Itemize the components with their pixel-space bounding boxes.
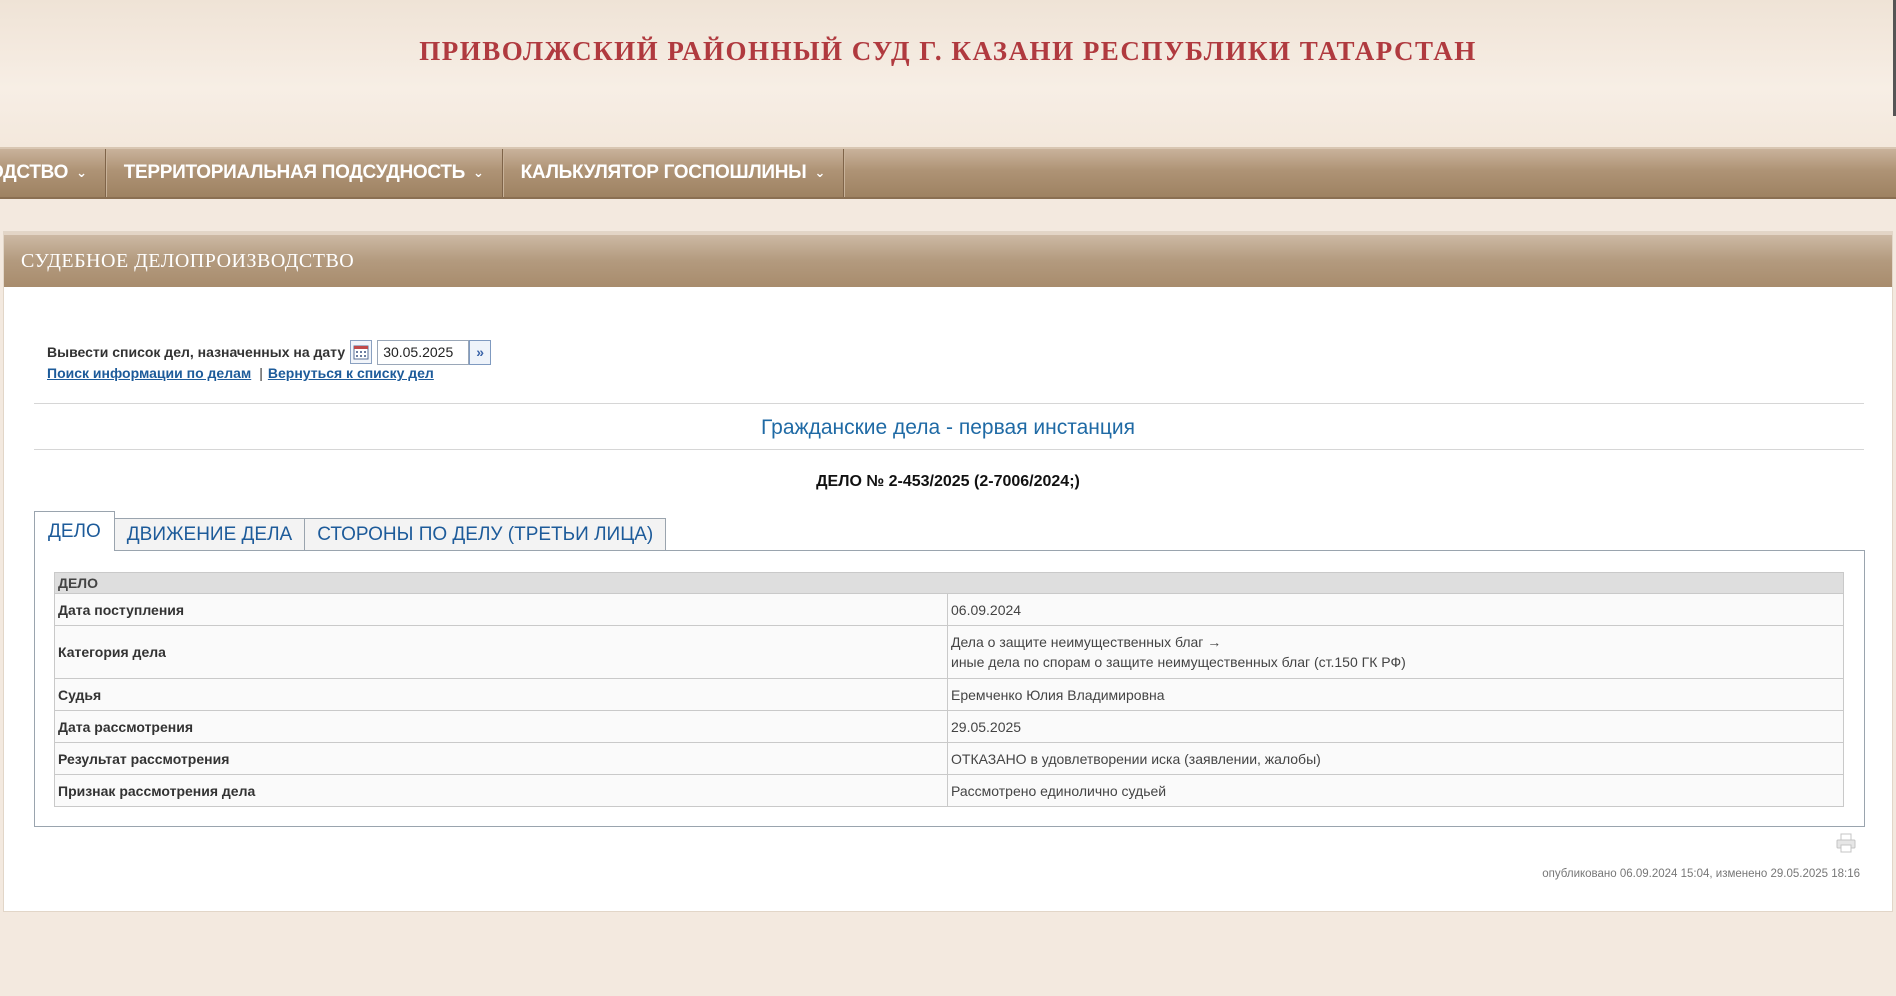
- main-nav: ВОДСТВО ⌄ ТЕРРИТОРИАЛЬНАЯ ПОДСУДНОСТЬ ⌄ …: [0, 147, 1896, 199]
- row-value: 06.09.2024: [947, 593, 1844, 626]
- row-key: Результат рассмотрения: [54, 742, 948, 775]
- search-cases-link[interactable]: Поиск информации по делам: [47, 365, 251, 381]
- table-row: Дата рассмотрения 29.05.2025: [54, 710, 1844, 743]
- content-panel: СУДЕБНОЕ ДЕЛОПРОИЗВОДСТВО Вывести список…: [3, 231, 1893, 912]
- nav-item-jurisdiction[interactable]: ТЕРРИТОРИАЛЬНАЯ ПОДСУДНОСТЬ ⌄: [106, 149, 503, 197]
- case-tabs: ДЕЛО ДВИЖЕНИЕ ДЕЛА СТОРОНЫ ПО ДЕЛУ (ТРЕТ…: [34, 509, 667, 551]
- row-value: ОТКАЗАНО в удовлетворении иска (заявлени…: [947, 742, 1844, 775]
- table-header-row: ДЕЛО: [54, 572, 1844, 594]
- row-key: Судья: [54, 678, 948, 711]
- divider: [34, 403, 1864, 404]
- row-value: 29.05.2025: [947, 710, 1844, 743]
- panel-header: СУДЕБНОЕ ДЕЛОПРОИЗВОДСТВО: [4, 232, 1892, 287]
- tab-case-movement[interactable]: ДВИЖЕНИЕ ДЕЛА: [113, 518, 306, 551]
- case-number: ДЕЛО № 2-453/2025 (2-7006/2024;): [816, 473, 1080, 490]
- site-title: ПРИВОЛЖСКИЙ РАЙОННЫЙ СУД Г. КАЗАНИ РЕСПУ…: [419, 36, 1477, 66]
- row-key: Признак рассмотрения дела: [54, 774, 948, 807]
- date-filter-label: Вывести список дел, назначенных на дату: [47, 344, 346, 360]
- tab-case[interactable]: ДЕЛО: [34, 511, 115, 551]
- link-separator: |: [259, 365, 263, 381]
- table-header: ДЕЛО: [54, 572, 1844, 594]
- nav-item-fee-calculator[interactable]: КАЛЬКУЛЯТОР ГОСПОШЛИНЫ ⌄: [503, 149, 845, 197]
- table-row: Судья Еремченко Юлия Владимировна: [54, 678, 1844, 711]
- table-row: Признак рассмотрения дела Рассмотрено ед…: [54, 774, 1844, 807]
- back-to-list-link[interactable]: Вернуться к списку дел: [268, 365, 434, 381]
- row-value: Еремченко Юлия Владимировна: [947, 678, 1844, 711]
- printer-icon[interactable]: [1835, 832, 1857, 854]
- row-key: Категория дела: [54, 625, 948, 679]
- nav-spacer: [0, 205, 1896, 231]
- tab-content: ДЕЛО Дата поступления 06.09.2024 Категор…: [34, 550, 1865, 827]
- section-title: Гражданские дела - первая инстанция: [760, 416, 1136, 439]
- nav-item-proceedings[interactable]: ВОДСТВО ⌄: [0, 149, 106, 197]
- chevron-down-icon: ⌄: [76, 165, 87, 180]
- case-info-table: ДЕЛО Дата поступления 06.09.2024 Категор…: [54, 572, 1844, 807]
- panel-title: СУДЕБНОЕ ДЕЛОПРОИЗВОДСТВО: [21, 250, 355, 272]
- date-input[interactable]: [377, 339, 470, 365]
- table-row: Дата поступления 06.09.2024: [54, 593, 1844, 626]
- table-row: Результат рассмотрения ОТКАЗАНО в удовле…: [54, 742, 1844, 775]
- case-links: Поиск информации по делам | Вернуться к сп…: [47, 365, 434, 381]
- row-value: Рассмотрено единолично судьей: [947, 774, 1844, 807]
- table-row: Категория дела Дела о защите неимуществе…: [54, 625, 1844, 679]
- chevron-down-icon: ⌄: [814, 165, 826, 180]
- chevron-down-icon: ⌄: [473, 165, 484, 180]
- site-header: ПРИВОЛЖСКИЙ РАЙОННЫЙ СУД Г. КАЗАНИ РЕСПУ…: [0, 0, 1896, 147]
- category-line-2: иные дела по спорам о защите неимуществе…: [951, 654, 1406, 670]
- published-info: опубликовано 06.09.2024 15:04, изменено …: [1542, 868, 1860, 880]
- nav-item-label: КАЛЬКУЛЯТОР ГОСПОШЛИНЫ: [520, 162, 807, 183]
- category-line-1: Дела о защите неимущественных благ →: [951, 634, 1222, 650]
- double-chevron-right-icon[interactable]: »: [469, 339, 492, 365]
- row-key: Дата рассмотрения: [54, 710, 948, 743]
- calendar-icon[interactable]: [350, 340, 373, 364]
- row-key: Дата поступления: [54, 593, 948, 626]
- row-value: Дела о защите неимущественных благ → ины…: [947, 625, 1844, 679]
- nav-item-label: ТЕРРИТОРИАЛЬНАЯ ПОДСУДНОСТЬ: [123, 162, 466, 183]
- date-filter: Вывести список дел, назначенных на дату …: [47, 339, 492, 365]
- divider: [34, 449, 1864, 450]
- tab-case-parties[interactable]: СТОРОНЫ ПО ДЕЛУ (ТРЕТЬИ ЛИЦА): [304, 518, 667, 551]
- nav-item-label: ВОДСТВО: [0, 162, 69, 183]
